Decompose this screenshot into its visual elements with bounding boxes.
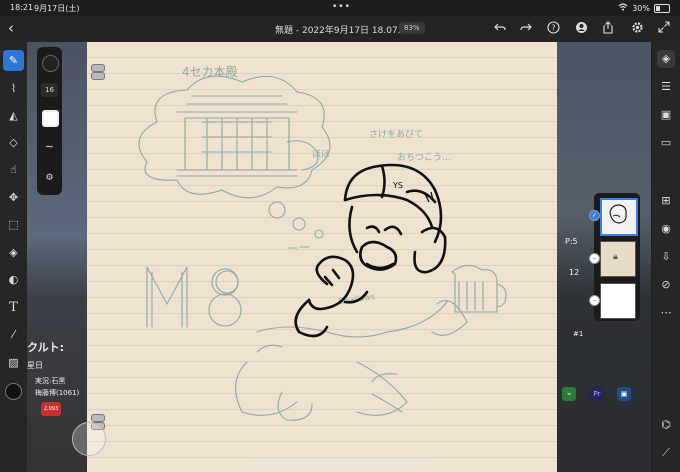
canvas-area[interactable]: クルト: 星日 実況:石黒 梅藤博(1061) 2,093 4セカ本殿 さけをあ… (27, 42, 651, 472)
liquify-tool-icon[interactable]: ☝ (3, 159, 24, 180)
status-date: 9月17日(土) (34, 4, 80, 13)
layer-thumbnail-ink[interactable] (600, 198, 638, 236)
cap-text: YS (392, 181, 403, 190)
transform-tool-icon[interactable]: ⬚ (3, 214, 24, 235)
layer-thumbnail-white[interactable] (600, 283, 636, 319)
more-icon[interactable]: ⋯ (657, 304, 675, 322)
add-layer-icon[interactable]: ⊞ (657, 192, 675, 210)
ruler-icon[interactable]: ⟋ (657, 444, 675, 462)
expand-icon[interactable] (657, 21, 671, 35)
wifi-icon (618, 3, 628, 13)
color-fill-tool-icon[interactable]: ◐ (3, 269, 24, 290)
settings-icon[interactable] (630, 21, 644, 35)
layer-visibility-toggle[interactable]: ✓ (589, 210, 600, 221)
brush-color-swatch[interactable] (42, 55, 59, 72)
sketch-speech-text-2: おちつこう… (397, 152, 451, 163)
image-tool-icon[interactable]: ▨ (3, 352, 24, 373)
adjustments-icon[interactable]: ☰ (657, 78, 675, 96)
canvas-icon[interactable]: ▣ (657, 106, 675, 124)
color-picker-icon[interactable] (3, 380, 24, 401)
brush-opacity-swatch[interactable] (42, 110, 59, 127)
layer-visibility-toggle[interactable]: – (589, 295, 600, 306)
battery-percent: 30% (632, 3, 650, 13)
top-bar: ‹ 無題 - 2022年9月17日 18.07.21 * 83% ? (0, 16, 680, 42)
document-title[interactable]: 無題 - 2022年9月17日 18.07.21 * (275, 23, 419, 36)
touch-shortcut-button[interactable] (72, 422, 106, 456)
zoom-level[interactable]: 83% (399, 22, 425, 34)
status-time: 18:21 (10, 3, 34, 12)
undo-icon[interactable] (493, 21, 507, 35)
drawing-artwork: 4セカ本殿 さけをあびて おちつこう… ほほ Swallows YS (138, 65, 507, 421)
comments-icon[interactable]: ▭ (657, 134, 675, 152)
status-bar: 18:21 9月17日(土) ••• 30% (0, 0, 680, 16)
stabilizer-icon[interactable]: ∼ (41, 140, 58, 154)
user-add-icon[interactable] (574, 21, 588, 35)
sketch-bubble-text: ほほ (312, 149, 330, 160)
dock-app-icon-2: ▣ (617, 387, 631, 401)
layer-visibility-toggle[interactable]: – (589, 253, 600, 264)
eyedropper-tool-icon[interactable]: ⁄ (3, 324, 24, 345)
right-toolbar: ◈ ☰ ▣ ▭ ⊞ ◉ ⇩ ⊘ ⋯ ⌬ ⟋ (652, 42, 680, 472)
overlay-right-p5: P:5 (565, 237, 578, 246)
sketch-speech-text: さけをあびて (369, 129, 423, 140)
brush-tool-icon[interactable]: ✎ (3, 50, 24, 71)
overlay-right-12: 12 (569, 268, 580, 277)
battery-icon (654, 3, 670, 13)
text-tool-icon[interactable]: T (3, 297, 24, 318)
dock-app-icon: ⌁ (562, 387, 576, 401)
home-indicator[interactable] (250, 462, 430, 466)
touch-shortcut-icon[interactable]: ⌬ (657, 416, 675, 434)
overlay-right-num: #1 (573, 330, 584, 338)
brush-properties-panel: 16 ∼ ⚙ (37, 47, 62, 195)
smudge-tool-icon[interactable]: ⌇ (3, 78, 24, 99)
layer-thumbnail-photo[interactable]: 🔒︎ (600, 241, 636, 277)
sketch-title-text: 4セカ本殿 (182, 65, 238, 79)
help-icon[interactable]: ? (546, 21, 560, 35)
visibility-icon[interactable]: ◉ (657, 220, 675, 238)
redo-icon[interactable] (519, 21, 533, 35)
share-icon[interactable] (601, 21, 615, 35)
lock-icon: 🔒︎ (613, 252, 618, 262)
multitasking-dots-icon[interactable]: ••• (332, 2, 351, 12)
left-toolbar: ✎ ⌇ ◭ ◇ ☝ ✥ ⬚ ◈ ◐ T ⁄ ▨ (0, 42, 27, 472)
brush-size-value[interactable]: 16 (41, 83, 58, 97)
layers-panel: ✓ 🔒︎ – – (589, 193, 640, 321)
fill-brush-tool-icon[interactable]: ◭ (3, 105, 24, 126)
mask-icon[interactable]: ⊘ (657, 276, 675, 294)
svg-text:?: ? (551, 24, 555, 33)
brush-settings-icon[interactable]: ⚙ (41, 171, 58, 185)
move-tool-icon[interactable]: ✥ (3, 187, 24, 208)
export-icon[interactable]: ⇩ (657, 248, 675, 266)
premiere-app-icon: Pr (590, 387, 604, 401)
paint-bucket-tool-icon[interactable]: ◈ (3, 242, 24, 263)
eraser-tool-icon[interactable]: ◇ (3, 132, 24, 153)
layers-icon[interactable]: ◈ (657, 50, 675, 68)
back-button[interactable]: ‹ (8, 19, 14, 37)
